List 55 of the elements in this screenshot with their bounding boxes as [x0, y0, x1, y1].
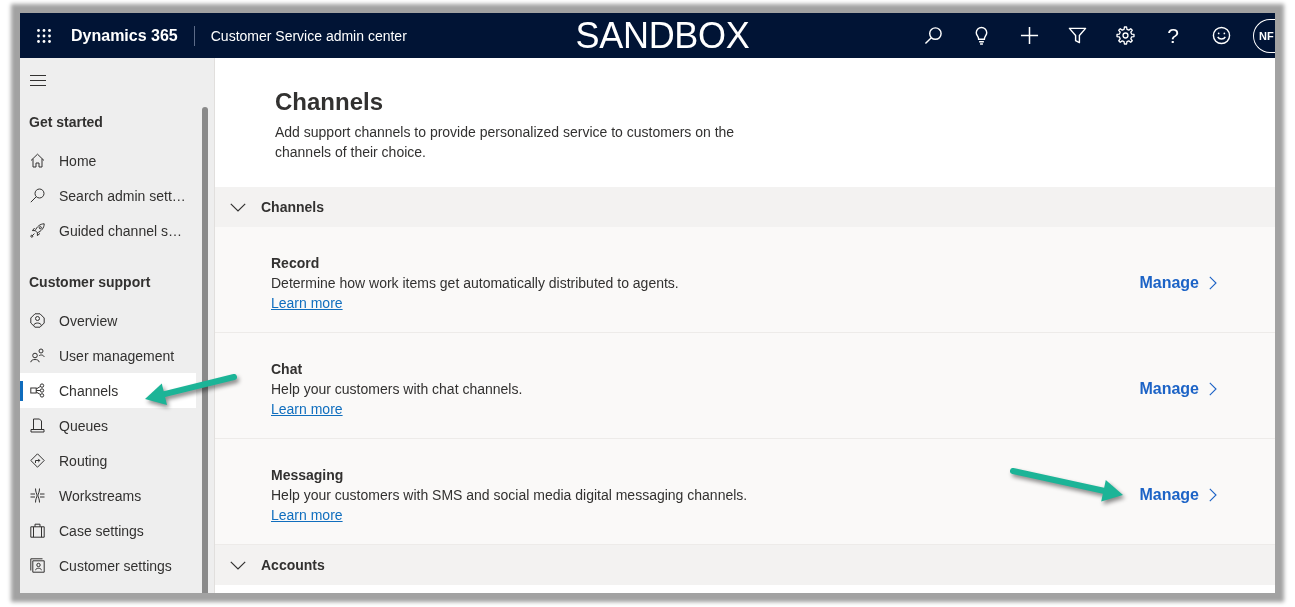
page-description: Add support channels to provide personalized service to customers on the channels of their choice. [275, 123, 736, 162]
settings-icon [1115, 26, 1135, 45]
menu-icon [30, 74, 46, 86]
app-name[interactable]: Dynamics 365 [71, 26, 178, 45]
contact-card-icon [30, 558, 45, 573]
section-header[interactable]: Accounts [215, 545, 1275, 585]
waffle-icon [37, 28, 51, 43]
manage-link[interactable]: Manage [1139, 377, 1217, 401]
area-title[interactable]: Customer Service admin center [210, 27, 407, 44]
nav-item[interactable]: Overview [20, 303, 196, 338]
section-header[interactable]: Channels [215, 187, 1275, 227]
channel-title: Chat [271, 360, 304, 379]
learn-more-link[interactable]: Learn more [271, 507, 343, 523]
scrollbar-thumb[interactable] [202, 107, 208, 593]
person-badge-icon [30, 313, 45, 328]
funnel-icon [1067, 26, 1087, 45]
nav-item[interactable]: Case settings [20, 513, 196, 548]
diamond-arrow-icon [30, 453, 45, 468]
manage-link[interactable]: Manage [1139, 271, 1217, 295]
channel-description: Help your customers with chat channels. [271, 380, 523, 399]
learn-more-link[interactable]: Learn more [271, 401, 343, 417]
channel-description: Determine how work items get automatically distributed to agents. [271, 274, 679, 293]
search-icon [923, 26, 943, 45]
nav-item[interactable]: Queues [20, 408, 196, 443]
channel-title: Messaging [271, 466, 345, 485]
nav-item[interactable]: Channels [20, 373, 196, 408]
nav-item[interactable]: User management [20, 338, 196, 373]
nav-item[interactable]: Home [20, 143, 196, 178]
page-title: Channels [275, 87, 385, 117]
home-icon [30, 153, 45, 168]
nav-item[interactable]: Workstreams [20, 478, 196, 513]
learn-more-link[interactable]: Learn more [271, 295, 343, 311]
chevron-right-icon [1209, 488, 1217, 502]
help-button[interactable]: ? [1149, 13, 1197, 58]
search-icon [30, 188, 45, 203]
nav-item[interactable]: Search admin sett… [20, 178, 196, 213]
nav-item[interactable]: Routing [20, 443, 196, 478]
plus-icon [1019, 26, 1039, 45]
briefcase-icon [30, 523, 45, 538]
manage-link[interactable]: Manage [1139, 483, 1217, 507]
chevron-right-icon [1209, 276, 1217, 290]
environment-label: SANDBOX [575, 15, 750, 56]
nav-section-title: Get started [28, 113, 104, 132]
chevron-right-icon [1209, 382, 1217, 396]
nav-item[interactable]: Customer settings [20, 548, 196, 583]
smiley-icon [1211, 26, 1231, 45]
document-stand-icon [30, 418, 45, 433]
nav-item[interactable]: Guided channel s… [20, 213, 196, 248]
merging-lines-icon [30, 488, 45, 503]
nav-section-title: Customer support [28, 273, 152, 292]
connected-nodes-icon [30, 383, 45, 398]
people-icon [30, 348, 45, 363]
channel-title: Record [271, 254, 321, 273]
channel-description: Help your customers with SMS and social media digital messaging channels. [271, 486, 748, 505]
rocket-icon [30, 223, 45, 238]
